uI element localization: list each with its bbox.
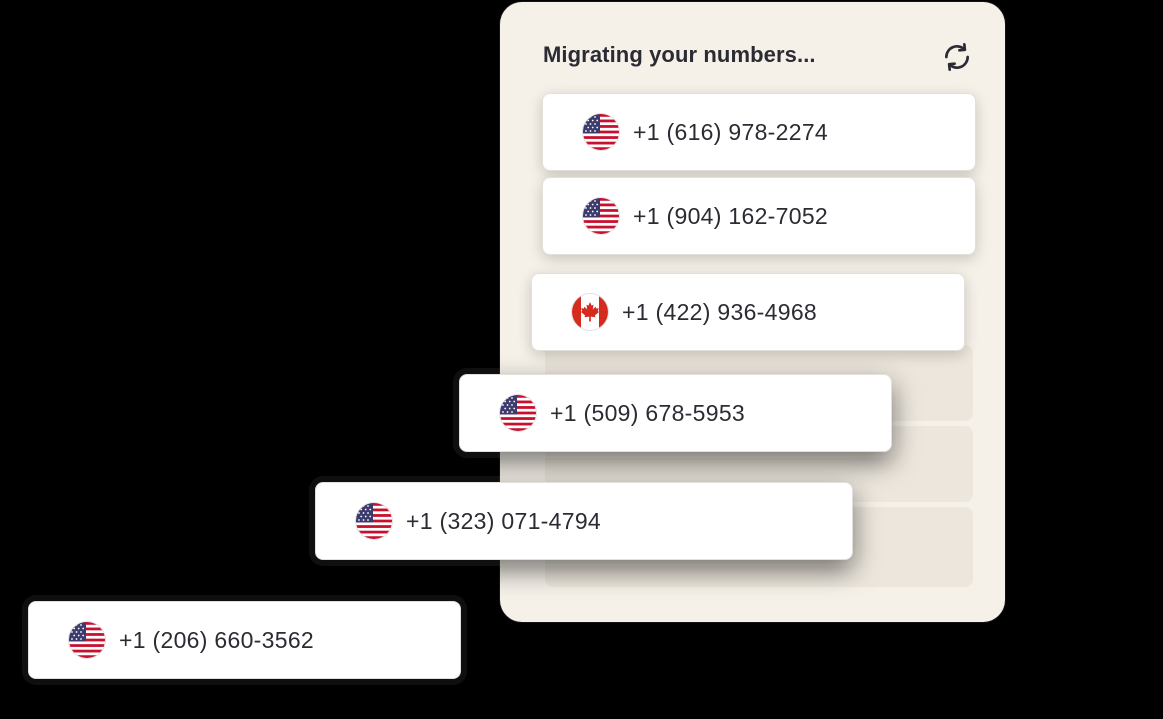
- refresh-icon[interactable]: [940, 40, 974, 74]
- phone-number: +1 (422) 936-4968: [622, 298, 817, 325]
- phone-number-card[interactable]: +1 (206) 660-3562: [28, 601, 461, 679]
- phone-number: +1 (616) 978-2274: [633, 118, 828, 145]
- phone-number-card[interactable]: +1 (422) 936-4968: [531, 273, 965, 351]
- us-flag-icon: [69, 622, 105, 658]
- phone-number: +1 (206) 660-3562: [119, 626, 314, 653]
- phone-number-card[interactable]: +1 (323) 071-4794: [315, 482, 853, 560]
- phone-number-card[interactable]: +1 (616) 978-2274: [542, 93, 976, 171]
- us-flag-icon: [583, 198, 619, 234]
- stage: Migrating your numbers... +1 (616) 978-2…: [0, 0, 1163, 719]
- us-flag-icon: [500, 395, 536, 431]
- us-flag-icon: [356, 503, 392, 539]
- phone-number: +1 (323) 071-4794: [406, 507, 601, 534]
- panel-title: Migrating your numbers...: [543, 42, 816, 67]
- phone-number: +1 (904) 162-7052: [633, 202, 828, 229]
- phone-number-card[interactable]: +1 (509) 678-5953: [459, 374, 892, 452]
- phone-number-card[interactable]: +1 (904) 162-7052: [542, 177, 976, 255]
- phone-number: +1 (509) 678-5953: [550, 399, 745, 426]
- canada-flag-icon: [572, 294, 608, 330]
- us-flag-icon: [583, 114, 619, 150]
